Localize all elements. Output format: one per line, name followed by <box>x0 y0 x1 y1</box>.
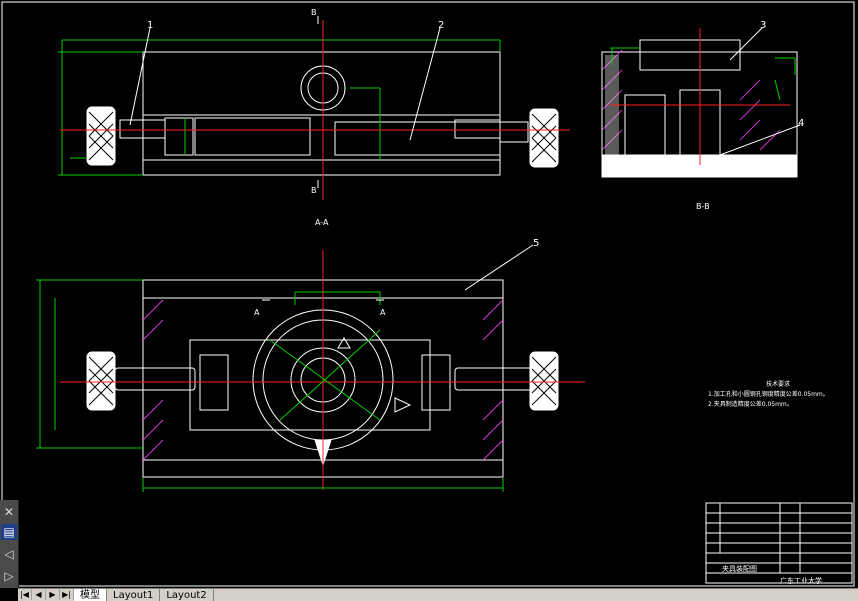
close-icon[interactable]: ✕ <box>1 504 17 520</box>
bb-centerlines <box>610 28 790 165</box>
arrow-left-icon[interactable]: ◁ <box>1 546 17 562</box>
drawing-canvas[interactable] <box>0 0 858 588</box>
front-centerlines <box>60 20 570 200</box>
tab-layout2[interactable]: Layout2 <box>160 589 214 601</box>
section-hatching <box>601 49 781 151</box>
layers-icon[interactable]: ▤ <box>1 524 17 540</box>
next-tab-button[interactable]: ▶ <box>46 589 60 600</box>
tab-layout1[interactable]: Layout1 <box>107 589 161 601</box>
drawing-frame <box>1 1 855 587</box>
first-tab-button[interactable]: |◀ <box>18 589 32 600</box>
prev-tab-button[interactable]: ◀ <box>32 589 46 600</box>
layout-tab-bar: |◀ ◀ ▶ ▶| 模型 Layout1 Layout2 <box>18 588 858 601</box>
play-icon[interactable]: ▷ <box>1 568 17 584</box>
tab-model[interactable]: 模型 <box>74 589 107 601</box>
left-toolbar: ✕ ▤ ◁ ▷ <box>0 500 19 588</box>
title-block <box>705 502 853 584</box>
bb-dimensions <box>610 47 796 101</box>
last-tab-button[interactable]: ▶| <box>60 589 74 600</box>
plan-centerlines <box>60 250 585 490</box>
